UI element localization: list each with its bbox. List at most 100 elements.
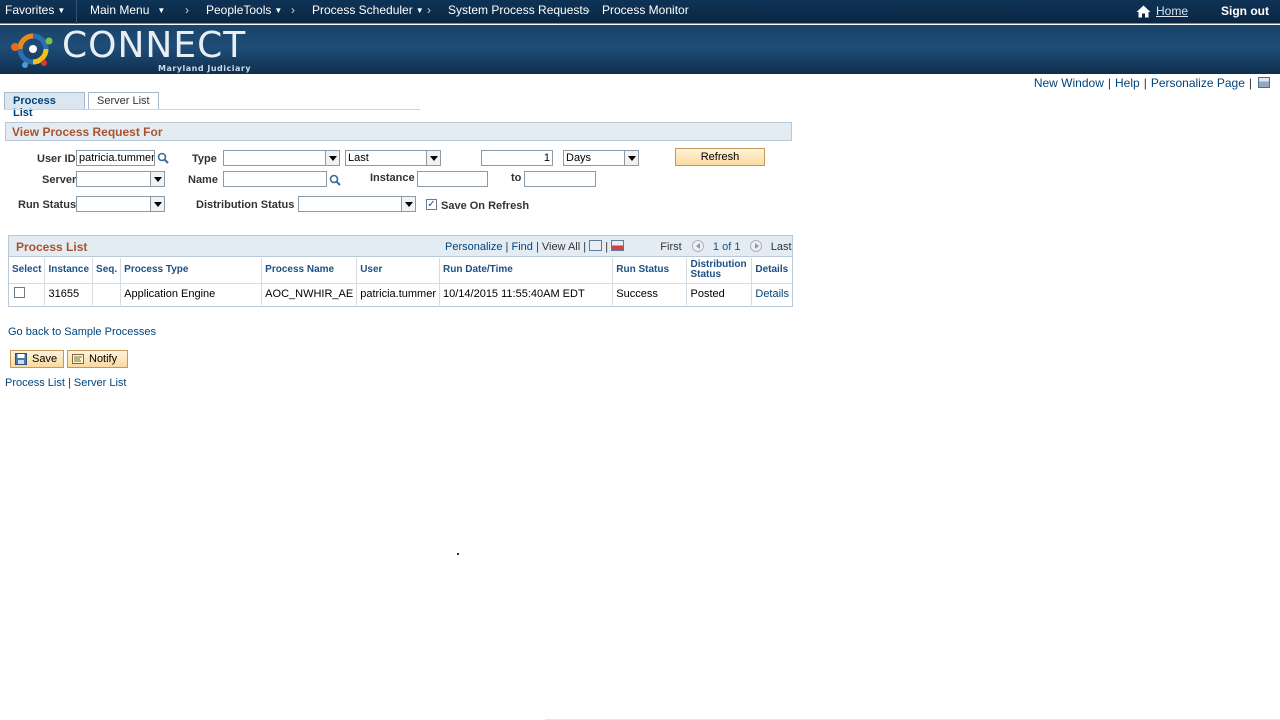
column-header-run-status[interactable]: Run Status	[612, 258, 688, 284]
grid-last-label[interactable]: Last	[771, 241, 792, 253]
refresh-button[interactable]: Refresh	[675, 148, 765, 166]
chevron-down-icon: ▼	[274, 6, 283, 15]
help-link[interactable]: Help	[1115, 76, 1140, 90]
breadcrumb-peopletools[interactable]: PeopleTools ▼	[206, 3, 282, 17]
chevron-down-icon	[624, 151, 638, 165]
tab-process-list[interactable]: Process List	[4, 92, 85, 119]
column-header-process-type[interactable]: Process Type	[120, 258, 263, 284]
main-menu-label: Main Menu	[90, 3, 150, 17]
details-cell: Details	[752, 283, 792, 305]
column-header-select: Select	[9, 258, 46, 284]
server-label: Server	[42, 174, 77, 186]
page-layout-icon[interactable]	[1258, 77, 1270, 88]
notify-button[interactable]: Notify	[67, 350, 128, 368]
run-status-cell: Success	[612, 283, 688, 305]
name-field[interactable]	[223, 171, 327, 187]
chevron-down-icon	[426, 151, 440, 165]
grid-personalize-link[interactable]: Personalize	[445, 241, 502, 253]
grid-navigation: Personalize | Find | View All | | First …	[445, 240, 792, 253]
breadcrumb-process-monitor[interactable]: Process Monitor	[602, 3, 689, 17]
grid-page-info: 1 of 1	[712, 241, 741, 253]
save-button-label: Save	[32, 353, 58, 365]
user-cell: patricia.tummer	[356, 283, 440, 305]
column-header-process-name[interactable]: Process Name	[261, 258, 358, 284]
main-menu[interactable]: Main Menu ▼	[90, 3, 165, 17]
new-window-link[interactable]: New Window	[1034, 76, 1104, 90]
table-row: 31655 Application Engine AOC_NWHIR_AE pa…	[9, 283, 792, 305]
breadcrumb-system-process-requests[interactable]: System Process Requests	[448, 3, 589, 17]
favorites-menu[interactable]: Favorites ▼	[5, 3, 65, 17]
seq-cell	[92, 283, 122, 305]
breadcrumb-process-scheduler[interactable]: Process Scheduler ▼	[312, 3, 424, 17]
row-select-cell	[9, 283, 46, 305]
user-id-field[interactable]: patricia.tummer	[76, 150, 155, 166]
page-tabs: Process List Server List	[4, 92, 420, 119]
range-unit-select[interactable]: Days	[563, 150, 639, 166]
column-header-instance[interactable]: Instance	[44, 258, 94, 284]
header-banner: CONNECT Maryland Judiciary	[0, 25, 1280, 74]
column-header-seq[interactable]: Seq.	[92, 258, 122, 284]
row-select-checkbox[interactable]	[14, 287, 25, 299]
home-icon[interactable]	[1136, 5, 1151, 18]
process-list-grid: Process List Personalize | Find | View A…	[8, 235, 793, 307]
chevron-down-icon	[401, 197, 415, 211]
home-link[interactable]: Home	[1156, 4, 1188, 18]
download-to-excel-icon[interactable]	[611, 240, 625, 251]
search-icon[interactable]	[329, 174, 341, 186]
next-page-icon[interactable]	[749, 240, 762, 252]
run-status-label: Run Status	[18, 199, 77, 211]
run-status-select[interactable]	[76, 196, 165, 212]
link-divider: |	[1143, 76, 1147, 90]
run-datetime-cell: 10/14/2015 11:55:40AM EDT	[439, 283, 614, 305]
distribution-status-select[interactable]	[298, 196, 416, 212]
tab-server-list[interactable]: Server List	[88, 92, 159, 110]
go-back-link[interactable]: Go back to Sample Processes	[8, 326, 156, 338]
breadcrumb-separator-icon: ›	[427, 3, 431, 17]
server-select[interactable]	[76, 171, 165, 187]
distribution-status-cell: Posted	[686, 283, 753, 305]
bottom-server-list-link[interactable]: Server List	[74, 377, 127, 389]
brand-subtitle: Maryland Judiciary	[158, 64, 252, 73]
grid-find-link[interactable]: Find	[511, 241, 532, 253]
stray-dot	[457, 553, 459, 555]
grid-header: Process List Personalize | Find | View A…	[9, 236, 792, 257]
range-count-field[interactable]: 1	[481, 150, 553, 166]
top-navigation-bar: Favorites ▼ Main Menu ▼ › PeopleTools ▼ › P…	[0, 0, 1280, 24]
grid-view-all[interactable]: View All	[542, 241, 580, 253]
link-divider: |	[1107, 76, 1111, 90]
notify-icon	[72, 354, 84, 364]
instance-to-label: to	[511, 172, 522, 184]
grid-title: Process List	[16, 240, 88, 254]
instance-from-field[interactable]	[417, 171, 488, 187]
column-header-user[interactable]: User	[356, 258, 440, 284]
range-select[interactable]: Last	[345, 150, 441, 166]
grid-first-label[interactable]: First	[660, 241, 681, 253]
chevron-down-icon: ▼	[157, 6, 166, 15]
personalize-page-link[interactable]: Personalize Page	[1151, 76, 1245, 90]
link-divider: |	[1248, 76, 1252, 90]
view-process-request-header: View Process Request For	[5, 122, 792, 141]
breadcrumb-separator-icon: ›	[291, 3, 295, 17]
bottom-process-list-link[interactable]: Process List	[5, 377, 65, 389]
save-button[interactable]: Save	[10, 350, 64, 368]
page-utility-links: New Window | Help | Personalize Page |	[1034, 76, 1270, 90]
column-header-details: Details	[751, 258, 792, 284]
column-header-run-datetime[interactable]: Run Date/Time	[439, 258, 614, 284]
details-link[interactable]: Details	[755, 288, 789, 300]
column-header-distribution-status[interactable]: Distribution Status	[686, 258, 753, 284]
instance-label: Instance	[370, 172, 415, 184]
previous-page-icon[interactable]	[691, 240, 704, 252]
range-unit-value: Days	[566, 152, 592, 164]
zoom-grid-icon[interactable]	[589, 240, 603, 251]
save-icon	[15, 353, 27, 365]
instance-to-field[interactable]	[524, 171, 596, 187]
breadcrumb-separator-icon: ›	[185, 3, 189, 17]
type-select[interactable]	[223, 150, 340, 166]
favorites-label: Favorites	[5, 3, 55, 17]
name-label: Name	[188, 174, 218, 186]
process-name-cell: AOC_NWHIR_AE	[261, 283, 358, 305]
brand-name: CONNECT	[62, 25, 247, 66]
sign-out-link[interactable]: Sign out	[1221, 4, 1269, 18]
save-on-refresh-checkbox[interactable]: ✓	[426, 199, 437, 210]
search-icon[interactable]	[157, 152, 169, 164]
